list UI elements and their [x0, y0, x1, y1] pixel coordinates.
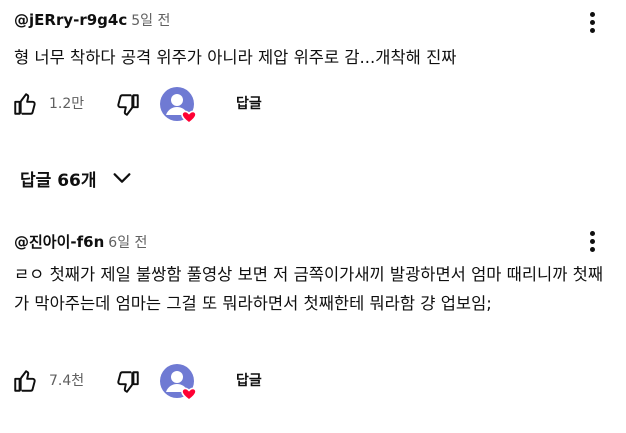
reply-button[interactable]: 답글 — [236, 370, 262, 390]
comment-time[interactable]: 6일 전 — [108, 235, 147, 251]
comment-actions: 7.4천 답글 — [0, 364, 626, 402]
comment-text: 형 너무 착하다 공격 위주가 아니라 제압 위주로 감...개착해 진짜 — [14, 48, 457, 67]
chevron-down-icon — [113, 173, 130, 183]
like-count: 1.2만 — [49, 96, 85, 112]
thumbs-down-icon[interactable] — [115, 92, 141, 118]
like-count: 7.4천 — [49, 373, 85, 389]
comment-author[interactable]: @jERry-r9g4c — [14, 11, 127, 29]
thumbs-down-icon[interactable] — [115, 369, 141, 395]
more-actions-icon[interactable] — [582, 8, 602, 36]
comment-actions: 1.2만 답글 — [0, 87, 626, 125]
comment-time[interactable]: 5일 전 — [131, 13, 170, 29]
comment-meta: @jERry-r9g4c 5일 전 — [14, 10, 170, 30]
thumbs-up-icon[interactable] — [12, 368, 38, 394]
thumbs-up-icon[interactable] — [12, 91, 38, 117]
view-replies-button[interactable]: 답글 66개 — [20, 163, 133, 193]
replies-count-label: 답글 66개 — [20, 170, 97, 191]
creator-heart-avatar-icon — [160, 87, 197, 125]
comment-meta: @진아이-f6n 6일 전 — [14, 231, 147, 252]
more-actions-icon[interactable] — [582, 227, 602, 255]
comment-text: ㄹㅇ 첫째가 제일 불쌍함 풀영상 보면 저 금쪽이가새끼 발광하면서 엄마 때… — [14, 265, 603, 313]
reply-button[interactable]: 답글 — [236, 93, 262, 113]
comment-author[interactable]: @진아이-f6n — [14, 233, 104, 251]
creator-heart-avatar-icon — [160, 364, 197, 402]
